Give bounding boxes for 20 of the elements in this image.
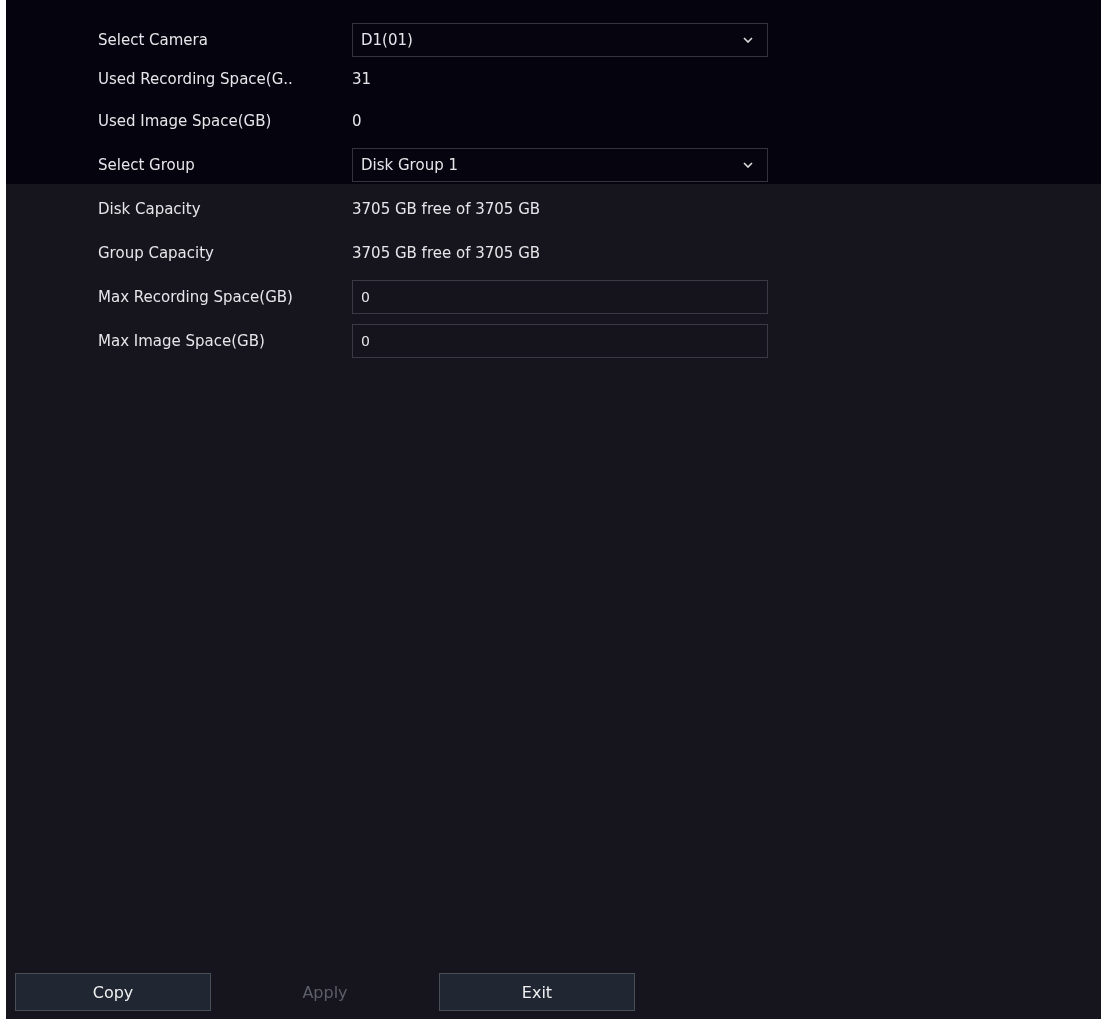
dropdown[interactable]: Disk Group 1	[352, 148, 768, 182]
caret-icon	[743, 162, 753, 168]
field-label: Select Group	[97, 156, 196, 174]
field-label: Group Capacity	[97, 244, 215, 262]
field-label: Used Recording Space(G..	[97, 70, 294, 88]
field-value: 3705 GB free of 3705 GB	[352, 200, 541, 218]
caret-icon	[743, 37, 753, 43]
field-label: Select Camera	[97, 31, 209, 49]
field-label: Max Image Space(GB)	[97, 332, 266, 350]
field-label: Max Recording Space(GB)	[97, 288, 294, 306]
action-button[interactable]: Copy	[15, 973, 211, 1011]
input-field[interactable]: 0	[352, 280, 768, 314]
field-value: 0	[352, 112, 362, 130]
field-value: 31	[352, 70, 372, 88]
field-label: Disk Capacity	[97, 200, 202, 218]
action-button[interactable]: Exit	[439, 973, 635, 1011]
dropdown[interactable]: D1(01)	[352, 23, 768, 57]
input-field[interactable]: 0	[352, 324, 768, 358]
field-label: Used Image Space(GB)	[97, 112, 273, 130]
field-value: 3705 GB free of 3705 GB	[352, 244, 541, 262]
